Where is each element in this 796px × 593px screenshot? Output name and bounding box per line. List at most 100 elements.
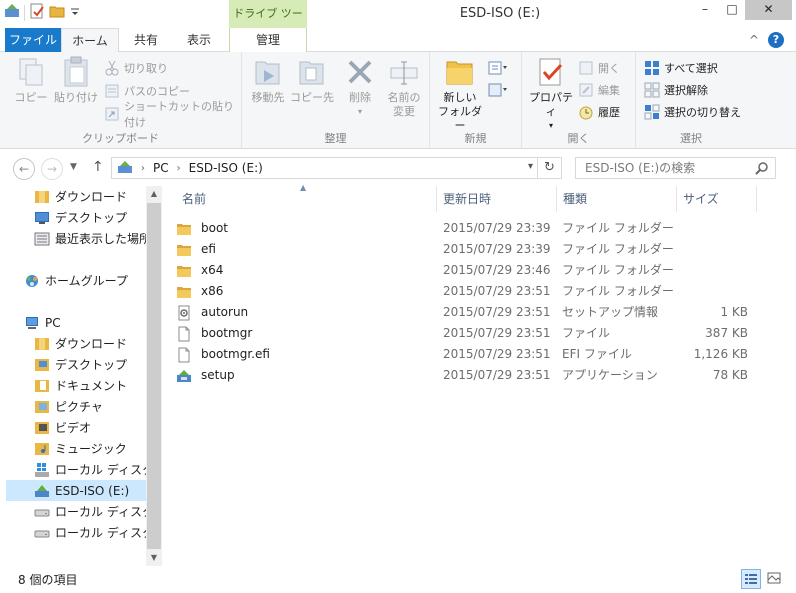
close-button[interactable]: ✕ bbox=[745, 0, 792, 20]
file-row[interactable]: efi 2015/07/29 23:39 ファイル フォルダー bbox=[176, 239, 766, 260]
new-folder-qat-icon[interactable] bbox=[49, 3, 65, 22]
file-row[interactable]: autorun 2015/07/29 23:51 セットアップ情報 1 KB bbox=[176, 302, 766, 323]
large-icons-view-icon bbox=[767, 572, 781, 584]
nav-item[interactable]: ピクチャ bbox=[6, 396, 146, 417]
file-type: EFI ファイル bbox=[562, 347, 632, 361]
nav-item-label: デスクトップ bbox=[55, 211, 128, 225]
forward-button[interactable]: → bbox=[41, 158, 63, 180]
nav-scrollbar[interactable]: ▲ ▼ bbox=[146, 186, 162, 566]
file-row[interactable]: bootmgr 2015/07/29 23:51 ファイル 387 KB bbox=[176, 323, 766, 344]
nav-item[interactable]: デスクトップ bbox=[6, 207, 146, 228]
ribbon-collapse-chevron-icon[interactable]: ^ bbox=[749, 33, 759, 47]
move-to-button[interactable]: 移動先 bbox=[246, 56, 290, 105]
new-folder-icon bbox=[444, 56, 476, 88]
tab-home[interactable]: ホーム bbox=[61, 28, 119, 53]
nav-item[interactable]: ローカル ディスク (G bbox=[6, 522, 146, 543]
file-size bbox=[676, 239, 748, 260]
qat-customize-chevron-icon[interactable] bbox=[69, 3, 81, 22]
select-all-button[interactable]: すべて選択 bbox=[644, 58, 718, 78]
column-header-name[interactable]: 名前 bbox=[176, 186, 437, 212]
paste-shortcut-button[interactable]: ショートカットの貼り付け bbox=[104, 100, 241, 129]
open-button[interactable]: 開く bbox=[578, 58, 620, 78]
open-label: 開く bbox=[598, 62, 620, 75]
easy-access-button[interactable] bbox=[488, 80, 507, 100]
back-button[interactable]: ← bbox=[13, 158, 35, 180]
up-arrow-icon[interactable]: ↑ bbox=[92, 159, 104, 175]
large-icons-view-button[interactable] bbox=[765, 569, 785, 589]
breadcrumb-pc[interactable]: PC bbox=[153, 161, 169, 175]
scroll-thumb[interactable] bbox=[147, 203, 161, 549]
address-history-chevron-icon[interactable]: ▾ bbox=[528, 161, 533, 172]
delete-label: 削除 bbox=[349, 91, 371, 104]
file-name: autorun bbox=[201, 305, 249, 319]
properties-button[interactable]: プロパティ ▾ bbox=[526, 56, 576, 133]
file-name: efi bbox=[201, 242, 216, 256]
nav-item-label: ビデオ bbox=[55, 421, 92, 435]
clipboard-group-label: クリップボード bbox=[82, 132, 159, 145]
paste-button[interactable]: 貼り付け bbox=[52, 56, 100, 105]
tab-manage[interactable]: 管理 bbox=[229, 28, 307, 52]
breadcrumb-drive[interactable]: ESD-ISO (E:) bbox=[189, 161, 263, 175]
file-icon bbox=[176, 347, 192, 363]
scroll-up-icon[interactable]: ▲ bbox=[146, 186, 162, 202]
properties-qat-icon[interactable] bbox=[29, 3, 45, 22]
invert-selection-button[interactable]: 選択の切り替え bbox=[644, 102, 741, 122]
new-item-button[interactable] bbox=[488, 58, 507, 78]
search-input[interactable]: ESD-ISO (E:)の検索 bbox=[575, 157, 776, 179]
nav-item[interactable]: ローカル ディスク (C bbox=[6, 459, 146, 480]
nav-item[interactable]: ダウンロード bbox=[6, 186, 146, 207]
file-type: ファイル bbox=[562, 326, 611, 340]
file-name: x64 bbox=[201, 263, 224, 277]
desktop-icon bbox=[34, 210, 50, 226]
recent-locations-chevron-icon[interactable]: ▼ bbox=[70, 162, 77, 172]
nav-item[interactable]: ビデオ bbox=[6, 417, 146, 438]
file-row[interactable]: x64 2015/07/29 23:46 ファイル フォルダー bbox=[176, 260, 766, 281]
nav-item[interactable]: ミュージック bbox=[6, 438, 146, 459]
edit-button[interactable]: 編集 bbox=[578, 80, 620, 100]
qat-separator bbox=[24, 4, 25, 21]
history-button[interactable]: 履歴 bbox=[578, 102, 620, 122]
nav-item[interactable]: ホームグループ bbox=[6, 270, 146, 291]
nav-item[interactable]: 最近表示した場所 bbox=[6, 228, 146, 249]
file-row[interactable]: x86 2015/07/29 23:51 ファイル フォルダー bbox=[176, 281, 766, 302]
cut-button[interactable]: 切り取り bbox=[104, 58, 168, 78]
details-view-button[interactable] bbox=[741, 569, 761, 589]
column-header-type[interactable]: 種類 bbox=[557, 186, 677, 212]
nav-item[interactable]: ドキュメント bbox=[6, 375, 146, 396]
file-row[interactable]: boot 2015/07/29 23:39 ファイル フォルダー bbox=[176, 218, 766, 239]
new-folder-button[interactable]: 新しい フォルダー bbox=[434, 56, 486, 133]
file-row[interactable]: bootmgr.efi 2015/07/29 23:51 EFI ファイル 1,126… bbox=[176, 344, 766, 365]
quick-access-toolbar bbox=[4, 3, 81, 22]
ribbon-tab-bar: ファイル ホーム 共有 表示 管理 bbox=[0, 28, 796, 53]
tab-share[interactable]: 共有 bbox=[120, 28, 172, 52]
copy-to-button[interactable]: コピー先 bbox=[290, 56, 334, 105]
tab-view[interactable]: 表示 bbox=[172, 28, 226, 52]
nav-item[interactable]: PC bbox=[6, 312, 146, 333]
file-list: 名前 ▲ 更新日時 種類 サイズ boot 2015/07/29 23:39 ファイ… bbox=[162, 183, 796, 566]
nav-item[interactable]: ダウンロード bbox=[6, 333, 146, 354]
address-bar[interactable]: › PC › ESD-ISO (E:) ▾ bbox=[111, 157, 538, 179]
nav-item[interactable]: デスクトップ bbox=[6, 354, 146, 375]
column-header-date[interactable]: 更新日時 bbox=[437, 186, 557, 212]
nav-item[interactable]: ESD-ISO (E:) bbox=[6, 480, 146, 501]
help-icon[interactable]: ? bbox=[768, 32, 784, 48]
paste-shortcut-label: ショートカットの貼り付け bbox=[124, 100, 234, 129]
scroll-down-icon[interactable]: ▼ bbox=[146, 550, 162, 566]
file-name-cell: autorun bbox=[176, 302, 248, 323]
refresh-button[interactable]: ↻ bbox=[538, 157, 562, 179]
maximize-button[interactable]: □ bbox=[719, 0, 745, 20]
file-icon bbox=[176, 326, 192, 342]
nav-item[interactable]: ローカル ディスク (F bbox=[6, 501, 146, 522]
tab-file[interactable]: ファイル bbox=[5, 28, 61, 52]
drive-tools-context-header: ドライブ ツール bbox=[229, 0, 307, 48]
copy-button[interactable]: コピー bbox=[10, 56, 52, 105]
file-row[interactable]: setup 2015/07/29 23:51 アプリケーション 78 KB bbox=[176, 365, 766, 386]
setup-app-icon bbox=[176, 368, 192, 384]
column-header-size[interactable]: サイズ bbox=[677, 186, 757, 212]
select-none-button[interactable]: 選択解除 bbox=[644, 80, 708, 100]
minimize-button[interactable]: – bbox=[691, 0, 719, 20]
history-label: 履歴 bbox=[598, 106, 620, 119]
rename-button[interactable]: 名前の 変更 bbox=[382, 56, 426, 119]
delete-button[interactable]: 削除 ▾ bbox=[340, 56, 380, 119]
documents-folder-icon bbox=[34, 378, 50, 394]
